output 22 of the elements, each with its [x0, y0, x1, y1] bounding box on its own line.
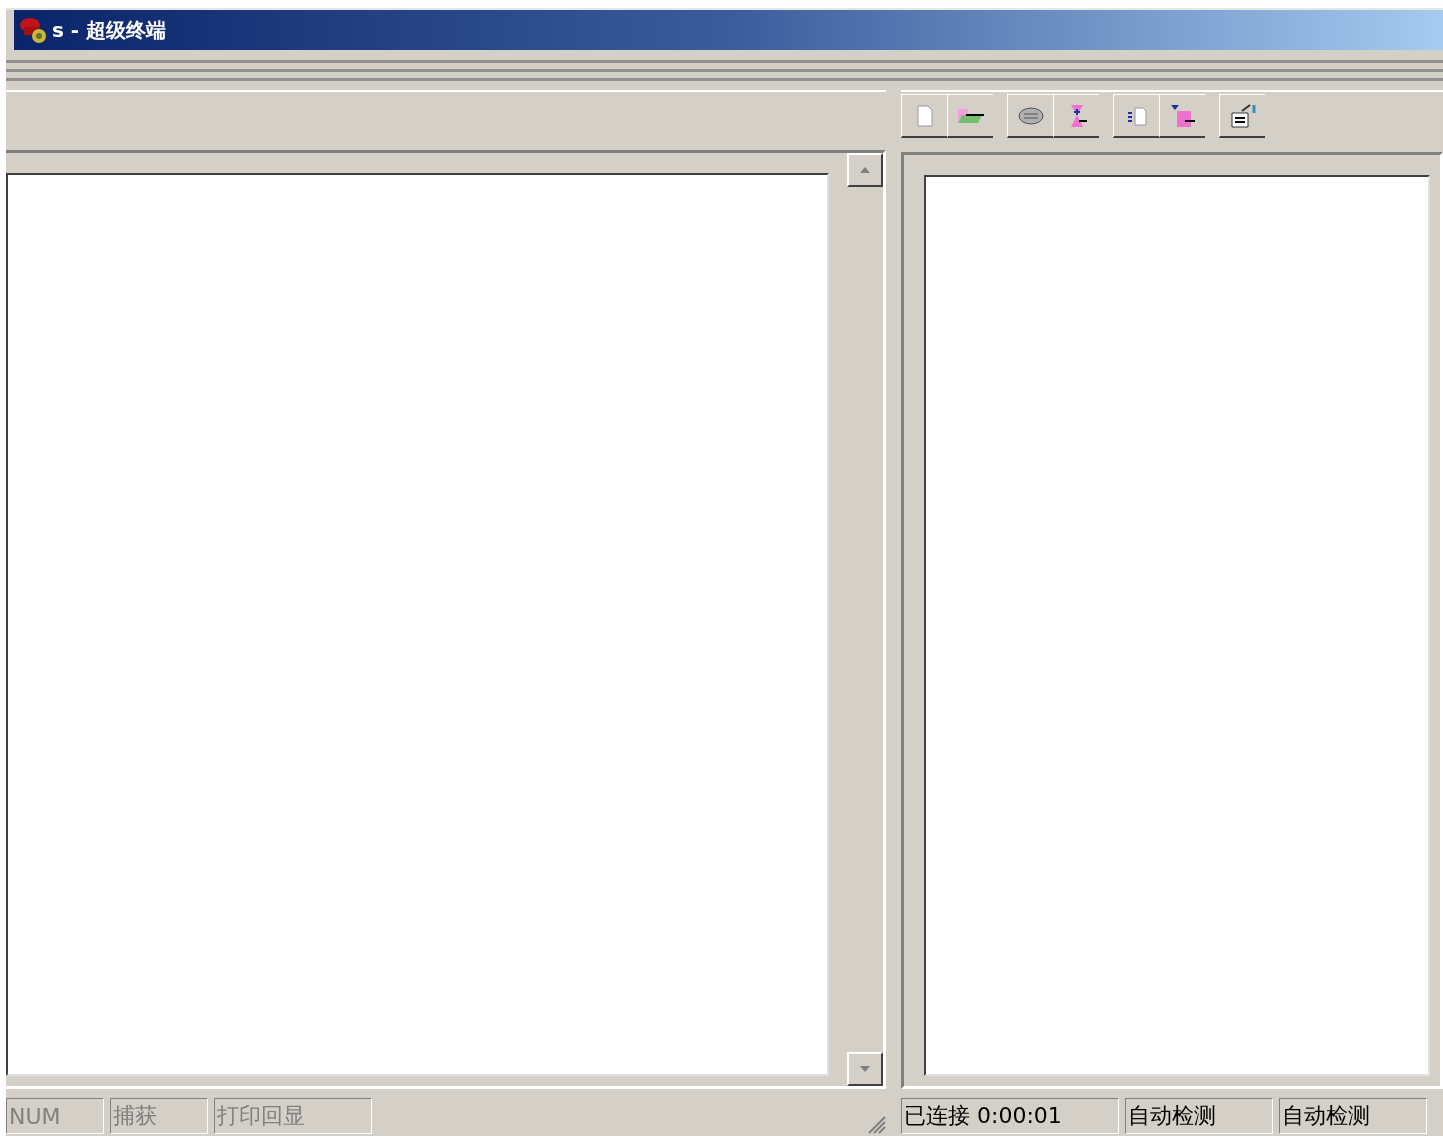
- disconnect-button[interactable]: [1053, 94, 1099, 138]
- scroll-down-button[interactable]: [847, 1052, 883, 1086]
- receive-document-button[interactable]: [1159, 94, 1205, 138]
- status-panel: 已连接 0:00:01: [901, 1098, 1119, 1134]
- status-panel: 自动检测: [1125, 1098, 1273, 1134]
- open-folder-button[interactable]: [947, 94, 993, 138]
- send-document-button[interactable]: [1113, 94, 1159, 138]
- up-arrow-icon: [860, 167, 870, 173]
- document-arrow-icon: [1168, 102, 1197, 129]
- resize-grip-icon[interactable]: [866, 1114, 886, 1134]
- new-document-button[interactable]: [901, 94, 947, 138]
- status-panel: 打印回显: [214, 1098, 372, 1134]
- scrollbar[interactable]: [847, 153, 883, 1086]
- status-panel: 捕获: [110, 1098, 208, 1134]
- status-panel: 自动检测: [1279, 1098, 1427, 1134]
- status-panel: NUM: [6, 1098, 104, 1134]
- properties-button[interactable]: [1219, 94, 1265, 138]
- down-arrow-icon: [860, 1066, 870, 1072]
- window-title: s - 超级终端: [52, 16, 167, 44]
- telephone-button[interactable]: [1007, 94, 1053, 138]
- folder-icon: [957, 108, 984, 123]
- scroll-up-button[interactable]: [847, 153, 883, 187]
